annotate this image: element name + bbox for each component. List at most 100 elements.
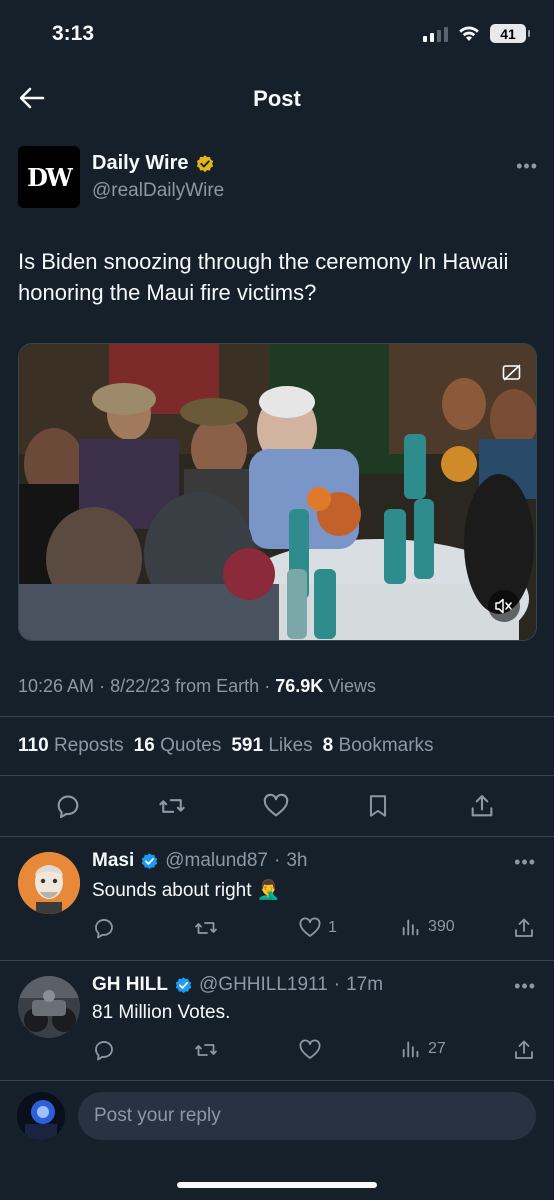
home-indicator	[177, 1182, 377, 1188]
share-icon	[471, 795, 493, 817]
status-bar: 3:13 41	[0, 0, 554, 70]
captions-icon[interactable]	[502, 364, 522, 382]
more-options-icon[interactable]: •••	[514, 976, 536, 997]
post-author: DW Daily Wire @realDailyWire •••	[18, 146, 538, 210]
post-video[interactable]	[18, 343, 537, 641]
author-avatar[interactable]: DW	[18, 146, 80, 208]
post-meta: 10:26 AM · 8/22/23 from Earth · 76.9K Vi…	[18, 676, 376, 697]
reply-view-count: 390	[428, 918, 455, 935]
reply-views-button[interactable]: 27	[400, 1038, 446, 1060]
likes-stat[interactable]: 591 Likes	[231, 735, 312, 757]
reply-reply-button[interactable]	[92, 1038, 116, 1062]
reply-text: 81 Million Votes.	[92, 1002, 231, 1023]
status-icons: 41	[423, 24, 530, 43]
repost-icon	[195, 1044, 217, 1056]
reply-item[interactable]: GH HILL @GHHILL1911 · 17m ••• 81 Million V…	[0, 960, 554, 1080]
video-frame	[19, 344, 536, 640]
page-title: Post	[253, 86, 301, 111]
analytics-icon	[402, 1041, 419, 1058]
reply-reply-button[interactable]	[92, 916, 116, 940]
share-icon	[515, 918, 533, 937]
reply-icon	[57, 795, 79, 819]
share-button[interactable]	[466, 790, 498, 822]
quotes-count: 16	[133, 735, 155, 756]
post-stats: 110 Reposts 16 Quotes 591 Likes 8 Bookma…	[18, 735, 434, 757]
status-time: 3:13	[52, 22, 95, 45]
logo-text: DW	[27, 162, 73, 192]
reposts-count: 110	[18, 735, 49, 756]
reply-like-count: 1	[328, 919, 337, 936]
reply-action-bar: 27	[0, 1038, 554, 1066]
reposts-label: Reposts	[53, 735, 124, 756]
verified-blue-icon	[175, 976, 192, 993]
reply-share-button[interactable]	[512, 916, 536, 940]
reply-views-button[interactable]: 390	[400, 916, 455, 938]
reply-age: 3h	[286, 850, 308, 871]
post-date: 8/22/23	[110, 676, 171, 696]
heart-icon	[263, 793, 289, 817]
bookmark-button[interactable]	[362, 790, 394, 822]
captions-icon-glyph	[502, 364, 521, 381]
reply-like-button[interactable]: 1	[298, 916, 337, 940]
post-time: 10:26 AM	[18, 676, 95, 696]
reply-item[interactable]: Masi @malund87 · 3h ••• Sounds about right…	[0, 836, 554, 960]
verified-gold-icon	[196, 154, 213, 172]
quotes-stat[interactable]: 16 Quotes	[134, 735, 222, 757]
reposts-stat[interactable]: 110 Reposts	[18, 735, 124, 757]
reply-dot: ·	[274, 850, 281, 871]
reply-dot: ·	[333, 974, 341, 995]
avatar-illustration	[18, 976, 80, 1038]
reply-input[interactable]	[78, 1092, 536, 1140]
likes-label: Likes	[268, 735, 313, 756]
reply-like-button[interactable]	[298, 1038, 322, 1062]
author-name[interactable]: Daily Wire	[92, 152, 189, 175]
heart-icon	[299, 1039, 321, 1059]
reply-action-bar: 1 390	[0, 916, 554, 944]
reply-author-name[interactable]: GH HILL	[92, 974, 168, 996]
analytics-icon	[402, 919, 419, 936]
views-label: Views	[328, 676, 376, 696]
mute-icon[interactable]	[488, 590, 520, 622]
author-handle[interactable]: @realDailyWire	[92, 180, 224, 202]
more-options-icon[interactable]: •••	[514, 852, 536, 873]
heart-icon	[299, 917, 321, 937]
post-text: Is Biden snoozing through the ceremony I…	[18, 249, 509, 305]
reply-view-count: 27	[428, 1040, 446, 1057]
like-button[interactable]	[260, 790, 292, 822]
author-name-row: Daily Wire	[92, 152, 215, 175]
more-options-icon[interactable]: •••	[516, 156, 538, 177]
repost-icon	[195, 922, 217, 934]
reply-avatar[interactable]	[18, 976, 80, 1038]
reply-icon	[95, 1041, 113, 1061]
header: Post	[0, 70, 554, 128]
quotes-label: Quotes	[160, 735, 222, 756]
verified-blue-icon	[141, 852, 158, 869]
divider	[0, 775, 554, 776]
reply-repost-button[interactable]	[193, 1038, 219, 1062]
post-source: from Earth	[175, 676, 260, 696]
my-avatar[interactable]	[17, 1092, 65, 1140]
bookmarks-count: 8	[322, 735, 334, 756]
reply-avatar[interactable]	[18, 852, 80, 914]
reply-composer	[0, 1080, 554, 1200]
avatar-illustration	[17, 1092, 65, 1140]
repost-icon	[159, 799, 185, 813]
post-action-bar	[0, 788, 554, 824]
meta-separator: ·	[264, 676, 276, 696]
bookmarks-stat[interactable]: 8 Bookmarks	[323, 735, 434, 757]
reply-header: Masi @malund87 · 3h	[92, 850, 307, 872]
reply-repost-button[interactable]	[193, 916, 219, 940]
reply-author-name[interactable]: Masi	[92, 850, 134, 872]
reply-button[interactable]	[52, 790, 84, 822]
meta-separator: ·	[99, 676, 111, 696]
battery-icon: 41	[490, 24, 530, 43]
bookmark-icon	[369, 795, 387, 817]
reply-author-handle[interactable]: @malund87	[165, 850, 268, 872]
bookmarks-label: Bookmarks	[338, 735, 434, 756]
repost-button[interactable]	[156, 790, 188, 822]
divider	[0, 716, 554, 717]
reply-share-button[interactable]	[512, 1038, 536, 1062]
reply-header: GH HILL @GHHILL1911 · 17m	[92, 974, 383, 996]
reply-author-handle[interactable]: @GHHILL1911	[199, 974, 328, 996]
views-count: 76.9K	[275, 676, 324, 696]
